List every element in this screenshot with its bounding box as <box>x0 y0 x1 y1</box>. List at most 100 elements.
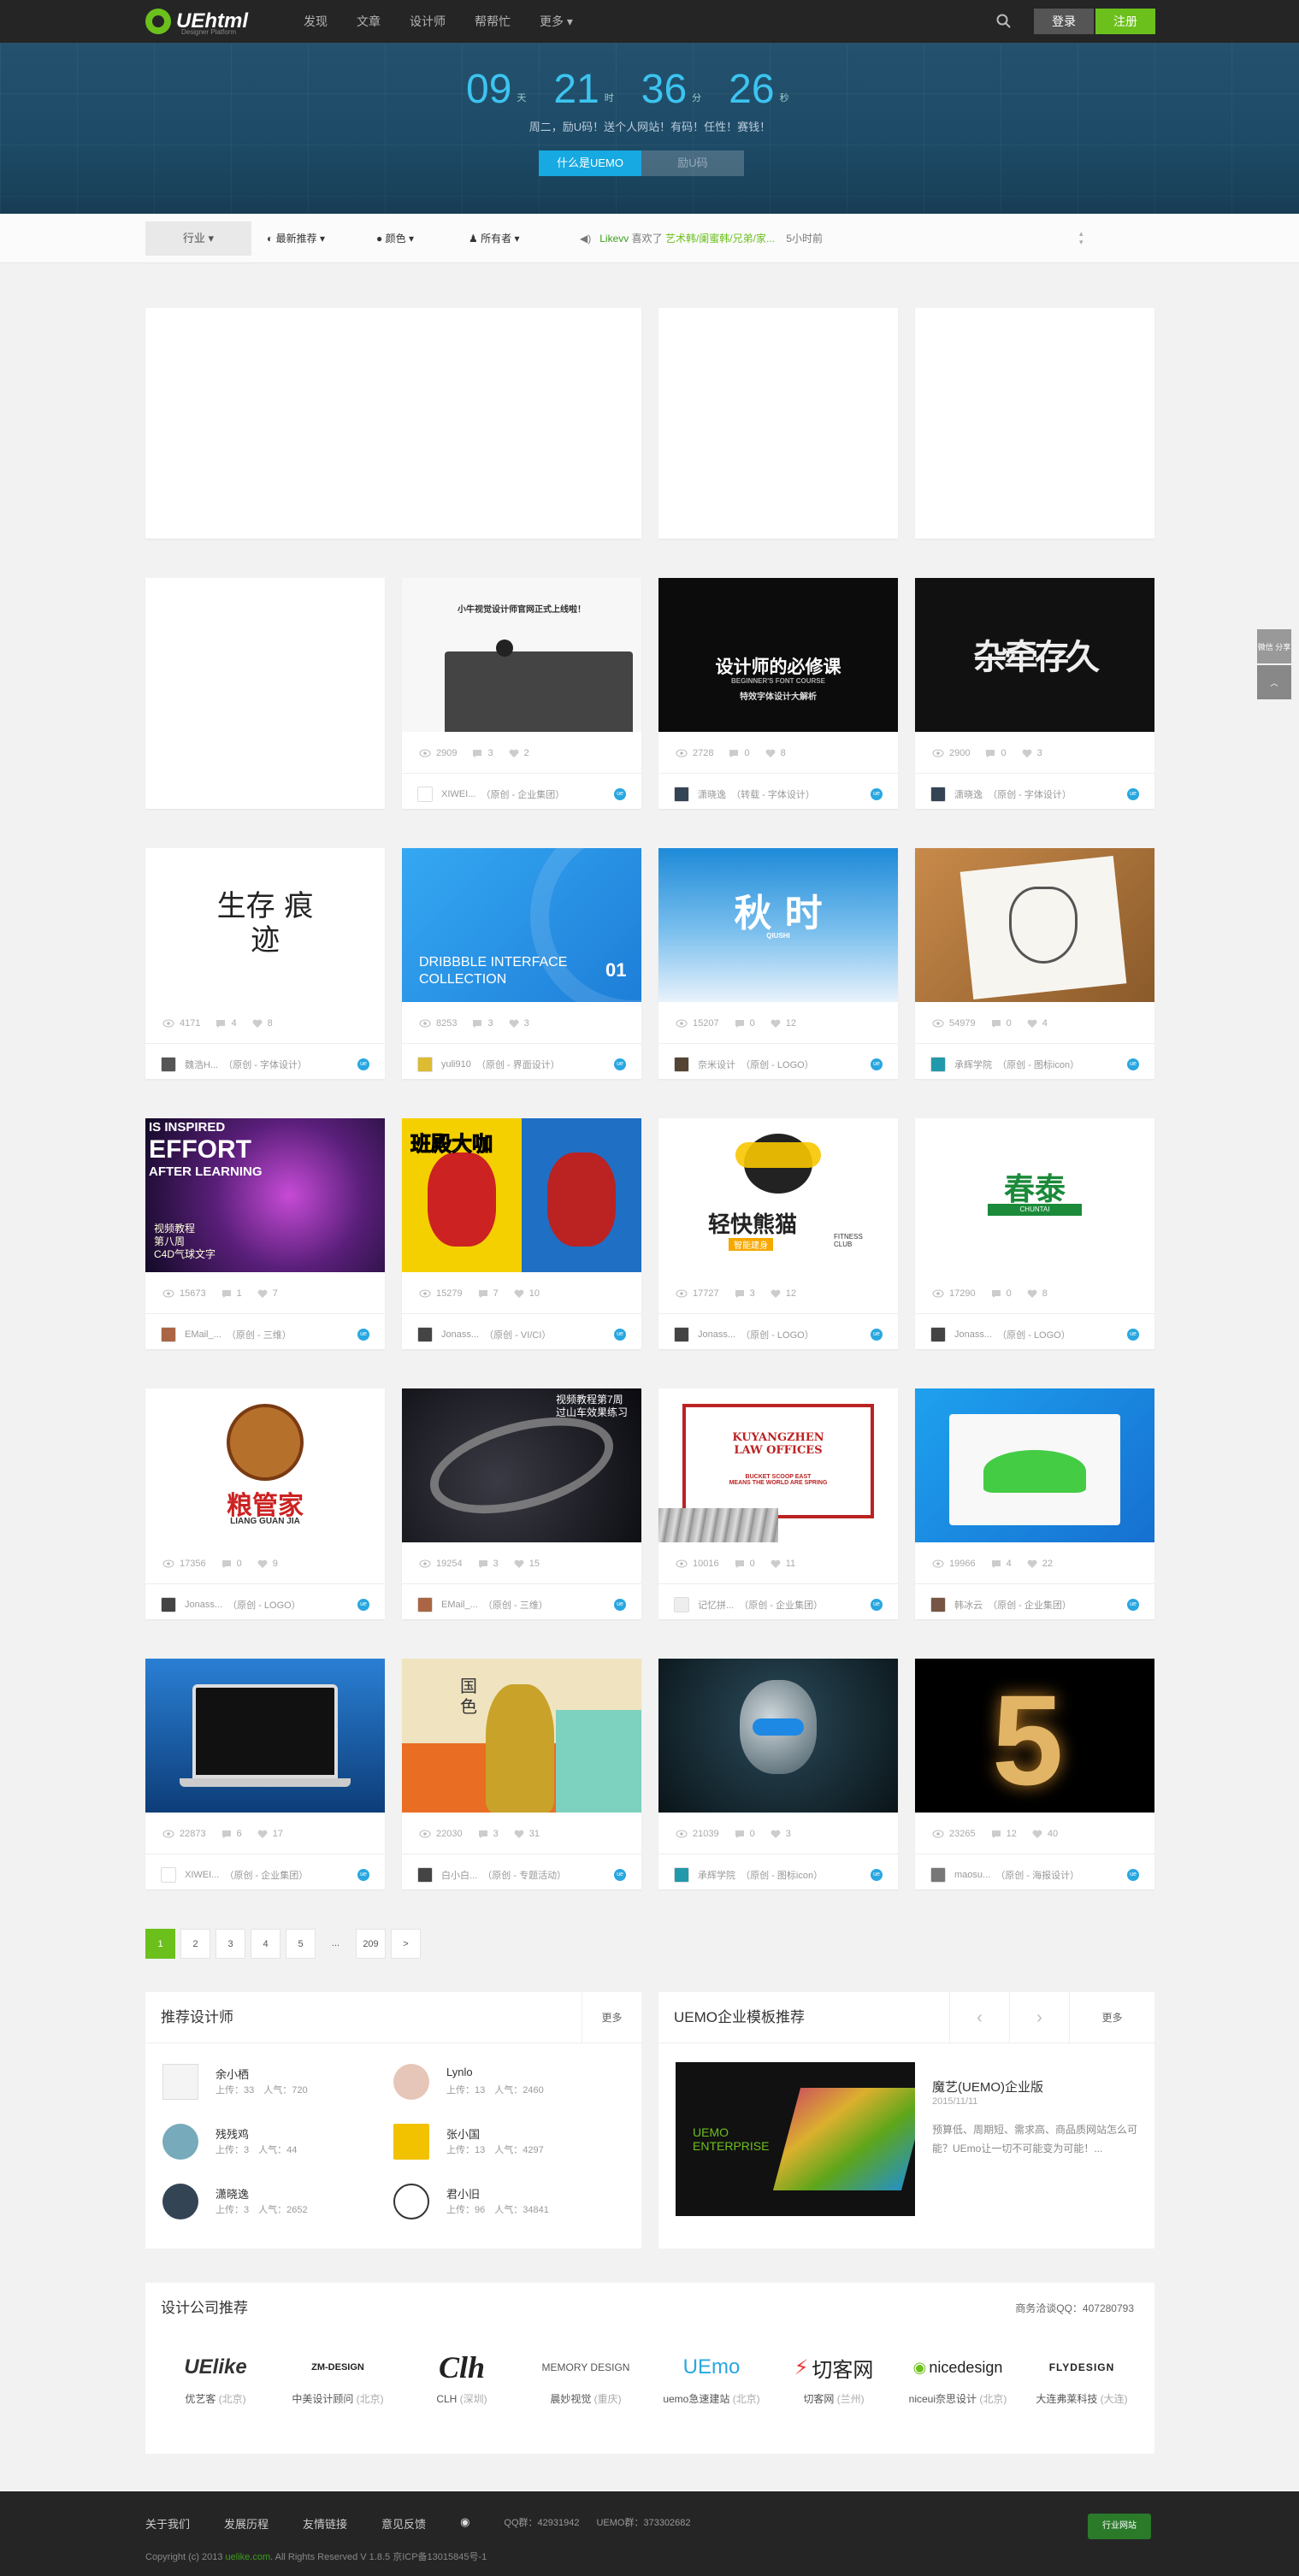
work-author[interactable]: XIWEI... （原创 - 企业集团） <box>417 780 626 809</box>
avatar[interactable] <box>930 1597 946 1612</box>
work-author[interactable]: EMail_... （原创 - 三维） <box>417 1590 626 1619</box>
avatar[interactable] <box>161 1327 176 1342</box>
search-icon[interactable] <box>995 13 1013 30</box>
avatar[interactable] <box>417 1867 433 1883</box>
copyright-site-link[interactable]: uelike.com <box>226 2552 271 2562</box>
author-name[interactable]: 白小白... <box>441 1868 477 1882</box>
what-is-uemo-button[interactable]: 什么是UEMO <box>539 150 641 176</box>
avatar[interactable] <box>930 787 946 802</box>
avatar[interactable] <box>417 1327 433 1342</box>
author-name[interactable]: yuli910 <box>441 1059 471 1070</box>
work-card[interactable]: 5 23265 12 40 maosu... （原创 - 海报设计） ue <box>915 1659 1154 1889</box>
avatar[interactable] <box>674 1867 689 1883</box>
page-last[interactable]: 209 <box>356 1929 386 1959</box>
work-thumbnail[interactable]: 秋 时 QIUSHI <box>658 848 898 1002</box>
company-item[interactable]: FLYDESIGN 大连弗莱科技 (大连) <box>1030 2343 1133 2420</box>
work-author[interactable]: 潇晓逸 （转载 - 字体设计） <box>674 780 883 809</box>
work-card[interactable]: 杂牵存久 2900 0 3 潇晓逸 （原创 - 字体设计） ue <box>915 578 1154 809</box>
company-item[interactable]: MEMORY DESIGN 晨妙视觉 (重庆) <box>534 2343 637 2420</box>
likes-stat[interactable]: 22 <box>1027 1557 1053 1571</box>
likes-stat[interactable]: 12 <box>771 1017 796 1030</box>
company-item[interactable]: ZM-DESIGN 中美设计顾问 (北京) <box>286 2343 389 2420</box>
placeholder-card[interactable] <box>145 578 385 809</box>
work-thumbnail[interactable]: 粮管家 LIANG GUAN JIA <box>145 1388 385 1542</box>
work-thumbnail[interactable]: IS INSPIRED EFFORT AFTER LEARNING 视频教程 第八周 C4… <box>145 1118 385 1272</box>
heart-icon[interactable] <box>1027 1559 1037 1569</box>
likes-stat[interactable]: 4 <box>1027 1017 1048 1030</box>
work-author[interactable]: Jonass... （原创 - LOGO） <box>930 1320 1139 1349</box>
designer-item[interactable]: 残残鸡 上传：3 人气：44 <box>162 2120 385 2163</box>
author-name[interactable]: XIWEI... <box>185 1870 219 1880</box>
author-name[interactable]: 奈米设计 <box>698 1058 735 1071</box>
heart-icon[interactable] <box>509 749 519 758</box>
work-card[interactable]: 春泰 CHUNTAI 17290 0 8 Jonass... （原创 - LOGO） ue <box>915 1118 1154 1349</box>
likes-stat[interactable]: 11 <box>771 1557 795 1571</box>
wechat-share-button[interactable]: 微信 分享 <box>1257 629 1291 663</box>
author-name[interactable]: XIWEI... <box>441 789 475 799</box>
work-card[interactable]: 班殿大咖 15279 7 10 Jonass... （原创 - VI/CI） ue <box>402 1118 641 1349</box>
work-card[interactable]: 19966 4 22 韩冰云 （原创 - 企业集团） ue <box>915 1388 1154 1619</box>
avatar[interactable] <box>674 1057 689 1072</box>
author-name[interactable]: 承辉学院 <box>954 1058 992 1071</box>
heart-icon[interactable] <box>514 1830 524 1839</box>
author-name[interactable]: EMail_... <box>441 1600 478 1610</box>
work-card[interactable]: KUYANGZHEN LAW OFFICES BUCKET SCOOP EAST ME… <box>658 1388 898 1619</box>
work-card[interactable]: IS INSPIRED EFFORT AFTER LEARNING 视频教程 第八周 C4… <box>145 1118 385 1349</box>
work-thumbnail[interactable] <box>915 1388 1154 1542</box>
heart-icon[interactable] <box>257 1559 268 1569</box>
work-thumbnail[interactable]: 设计师的必修课 BEGINNER'S FONT COURSE 特效字体设计大解析 <box>658 578 898 732</box>
work-thumbnail[interactable]: DRIBBBLE INTERFACE COLLECTION 01 <box>402 848 641 1002</box>
author-name[interactable]: 魏浩H... <box>185 1058 218 1071</box>
work-author[interactable]: 奈米设计 （原创 - LOGO） <box>674 1050 883 1079</box>
template-title[interactable]: 魔艺(UEMO)企业版 <box>932 2078 1043 2096</box>
designer-item[interactable]: 君小旧 上传：96 人气：34841 <box>393 2180 616 2223</box>
work-thumbnail[interactable]: 生存 痕迹 <box>145 848 385 1002</box>
likes-stat[interactable]: 12 <box>771 1287 796 1300</box>
work-author[interactable]: 承辉学院 （原创 - 图标icon） <box>930 1050 1139 1079</box>
heart-icon[interactable] <box>252 1019 263 1029</box>
avatar[interactable] <box>674 787 689 802</box>
avatar[interactable] <box>417 787 433 802</box>
author-name[interactable]: 潇晓逸 <box>954 787 983 801</box>
featured-placeholder-card[interactable] <box>915 308 1154 539</box>
featured-placeholder-card[interactable] <box>145 308 641 539</box>
likes-stat[interactable]: 8 <box>765 746 786 760</box>
work-thumbnail[interactable] <box>658 1659 898 1813</box>
templates-more-link[interactable]: 更多 <box>1069 1992 1154 2043</box>
industry-site-badge[interactable]: 行业网站 <box>1088 2514 1151 2539</box>
ticker-target[interactable]: 艺术韩/阑蜜韩/兄弟/家... <box>665 233 775 245</box>
likes-stat[interactable]: 8 <box>1027 1287 1048 1300</box>
work-card[interactable]: 视频教程第7周 过山车效果练习 19254 3 15 EMail_... （原创 - 三维… <box>402 1388 641 1619</box>
nav-designers[interactable]: 设计师 <box>395 0 460 43</box>
heart-icon[interactable] <box>771 1289 781 1299</box>
sort-filter[interactable]: ◐ 最新推荐 ▾ <box>267 221 325 256</box>
nav-discover[interactable]: 发现 <box>289 0 342 43</box>
designers-more-link[interactable]: 更多 <box>582 1992 641 2043</box>
footer-about[interactable]: 关于我们 <box>145 2515 190 2532</box>
heart-icon[interactable] <box>765 749 776 758</box>
avatar[interactable] <box>930 1327 946 1342</box>
page-1[interactable]: 1 <box>145 1929 175 1959</box>
likes-stat[interactable]: 2 <box>509 746 529 760</box>
work-thumbnail[interactable] <box>915 848 1154 1002</box>
work-card[interactable]: 秋 时 QIUSHI 15207 0 12 奈米设计 （原创 - LOGO） ue <box>658 848 898 1079</box>
work-card[interactable]: 21039 0 3 承辉学院 （原创 - 图标icon） ue <box>658 1659 898 1889</box>
next-arrow-icon[interactable]: › <box>1009 1992 1069 2043</box>
company-item[interactable]: UEmo uemo急速建站 (北京) <box>660 2343 763 2420</box>
avatar[interactable] <box>161 1597 176 1612</box>
work-card[interactable]: 小牛视觉设计师官网正式上线啦！ 2909 3 2 XIWEI... （原创 - 企业集团… <box>402 578 641 809</box>
likes-stat[interactable]: 10 <box>514 1287 540 1300</box>
login-button[interactable]: 登录 <box>1034 9 1094 34</box>
work-thumbnail[interactable]: 杂牵存久 <box>915 578 1154 732</box>
designer-item[interactable]: 余小栖 上传：33 人气：720 <box>162 2060 385 2103</box>
likes-stat[interactable]: 9 <box>257 1557 278 1571</box>
designer-item[interactable]: 张小国 上传：13 人气：4297 <box>393 2120 616 2163</box>
work-author[interactable]: Jonass... （原创 - LOGO） <box>161 1590 369 1619</box>
work-author[interactable]: 魏浩H... （原创 - 字体设计） <box>161 1050 369 1079</box>
likes-stat[interactable]: 31 <box>514 1827 540 1841</box>
likes-stat[interactable]: 15 <box>514 1557 540 1571</box>
author-name[interactable]: Jonass... <box>698 1329 735 1340</box>
nav-more[interactable]: 更多 ▾ <box>525 0 588 43</box>
work-author[interactable]: 潇晓逸 （原创 - 字体设计） <box>930 780 1139 809</box>
work-card[interactable]: DRIBBBLE INTERFACE COLLECTION 01 8253 3 3 yul… <box>402 848 641 1079</box>
